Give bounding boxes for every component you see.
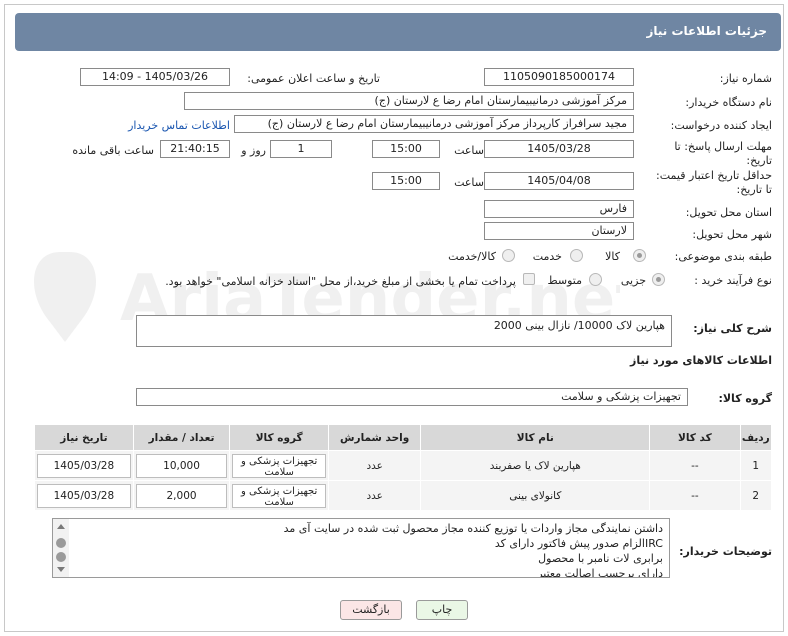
back-button[interactable]: بازگشت: [340, 600, 402, 620]
days-field: 1: [270, 140, 332, 158]
summary-field: هپارین لاک 10000/ نازال بینی 2000: [136, 315, 672, 347]
remaining-label: ساعت باقی مانده: [72, 144, 154, 157]
table-row: 2 -- کانولای بینی عدد تجهیزات پزشکی و سل…: [34, 480, 773, 511]
process-radio-medium[interactable]: [589, 273, 602, 286]
process-option-medium: متوسط: [547, 274, 582, 287]
title-bar: جزئیات اطلاعات نیاز: [15, 13, 781, 51]
need-number-label: شماره نیاز:: [719, 72, 772, 85]
creator-label: ایجاد کننده درخواست:: [670, 119, 772, 132]
buyer-org-field: مرکز آموزشی درمانیبیمارستان امام رضا ع ل…: [184, 92, 634, 110]
category-radio-both[interactable]: [502, 249, 515, 262]
goods-group-field: تجهیزات پزشکی و سلامت: [136, 388, 688, 406]
need-number-field: 1105090185000174: [484, 68, 634, 86]
announce-label: تاریخ و ساعت اعلان عمومی:: [247, 72, 380, 85]
cell-quantity-text: 2,000: [135, 483, 228, 508]
scroll-thumb-icon[interactable]: [56, 538, 66, 548]
category-label: طبقه بندی موضوعی:: [674, 250, 772, 263]
validity-label: حداقل تاریخ اعتبار قیمت:: [656, 169, 772, 182]
buyer-notes-label: توضیحات خریدار:: [679, 545, 772, 558]
deadline-label-2: تاریخ:: [746, 154, 772, 167]
notes-line: داشتن نمایندگی مجاز واردات یا توزیع کنند…: [283, 522, 663, 535]
cell-need-date: 1405/03/28: [34, 480, 134, 511]
province-field: فارس: [484, 200, 634, 218]
notes-line: دارای برچسب اصالت معتبر: [537, 567, 663, 578]
cell-item-name: کانولای بینی: [420, 480, 651, 511]
category-radio-service[interactable]: [570, 249, 583, 262]
goods-table: ردیف کد کالا نام کالا واحد شمارش گروه کا…: [34, 424, 773, 511]
validity-date-field: 1405/04/08: [484, 172, 634, 190]
col-header-need-date: تاریخ نیاز: [34, 424, 134, 451]
goods-info-title: اطلاعات کالاهای مورد نیاز: [630, 354, 772, 367]
summary-label: شرح کلی نیاز:: [693, 322, 772, 335]
creator-field: مجید سرافراز کارپرداز مرکز آموزشی درمانی…: [234, 115, 634, 133]
cell-item-name: هپارین لاک یا صفربند: [420, 450, 651, 481]
cell-need-date-text: 1405/03/28: [37, 483, 131, 508]
col-header-item-name: نام کالا: [420, 424, 651, 451]
cell-quantity: 10,000: [132, 450, 231, 481]
cell-group: تجهیزات پزشکی و سلامت: [229, 480, 329, 511]
cell-row-number: 1: [739, 450, 773, 481]
category-option-goods: کالا: [605, 250, 620, 263]
col-header-item-code: کد کالا: [649, 424, 741, 451]
process-label: نوع فرآیند خرید :: [694, 274, 772, 287]
validity-label-2: تا تاریخ:: [736, 183, 772, 196]
col-header-quantity: تعداد / مقدار: [132, 424, 231, 451]
cell-quantity-text: 10,000: [135, 453, 228, 478]
cell-unit: عدد: [327, 450, 422, 481]
page-title: جزئیات اطلاعات نیاز: [646, 24, 767, 38]
notes-line: IRCالزام صدور پیش فاکتور دارای کد: [494, 537, 663, 550]
goods-group-label: گروه کالا:: [718, 392, 772, 405]
category-option-service: خدمت: [532, 250, 562, 263]
validity-time-label: ساعت: [454, 176, 484, 189]
scroll-thumb-icon[interactable]: [56, 552, 66, 562]
cell-group-text: تجهیزات پزشکی و سلامت: [232, 483, 326, 508]
cell-item-code: --: [649, 450, 741, 481]
deadline-time-field: 15:00: [372, 140, 440, 158]
announce-field: 1405/03/26 - 14:09: [80, 68, 230, 86]
buyer-contact-link[interactable]: اطلاعات تماس خریدار: [128, 119, 230, 132]
col-header-group: گروه کالا: [229, 424, 329, 451]
province-label: استان محل تحویل:: [685, 206, 772, 219]
print-button[interactable]: چاپ: [416, 600, 468, 620]
category-radio-goods[interactable]: [633, 249, 646, 262]
validity-time-field: 15:00: [372, 172, 440, 190]
scroll-down-arrow-icon[interactable]: [57, 567, 65, 572]
cell-item-code: --: [649, 480, 741, 511]
buyer-org-label: نام دستگاه خریدار:: [685, 96, 772, 109]
scroll-up-arrow-icon[interactable]: [57, 524, 65, 529]
city-field: لارستان: [484, 222, 634, 240]
cell-unit: عدد: [327, 480, 422, 511]
process-radio-minor[interactable]: [652, 273, 665, 286]
deadline-date-field: 1405/03/28: [484, 140, 634, 158]
deadline-time-label: ساعت: [454, 144, 484, 157]
buyer-notes-textarea[interactable]: داشتن نمایندگی مجاز واردات یا توزیع کنند…: [52, 518, 670, 578]
col-header-row-number: ردیف: [739, 424, 773, 451]
treasury-payment-checkbox[interactable]: [523, 273, 535, 285]
notes-line: برابری لات نامبر با محصول: [538, 552, 663, 565]
cell-group-text: تجهیزات پزشکی و سلامت: [232, 453, 326, 478]
table-header-row: ردیف کد کالا نام کالا واحد شمارش گروه کا…: [34, 424, 773, 451]
remaining-time-field: 21:40:15: [160, 140, 230, 158]
cell-quantity: 2,000: [132, 480, 231, 511]
city-label: شهر محل تحویل:: [692, 228, 772, 241]
cell-group: تجهیزات پزشکی و سلامت: [229, 450, 329, 481]
treasury-payment-note: پرداخت تمام یا بخشی از مبلغ خرید،از محل …: [165, 275, 516, 288]
category-option-both: کالا/خدمت: [448, 250, 496, 263]
table-row: 1 -- هپارین لاک یا صفربند عدد تجهیزات پز…: [34, 450, 773, 481]
deadline-label: مهلت ارسال پاسخ: تا: [674, 140, 772, 153]
notes-scrollbar[interactable]: [53, 519, 69, 577]
cell-row-number: 2: [739, 480, 773, 511]
process-option-minor: جزیی: [620, 274, 646, 287]
days-label: روز و: [241, 144, 266, 157]
col-header-unit: واحد شمارش: [327, 424, 422, 451]
cell-need-date: 1405/03/28: [34, 450, 134, 481]
cell-need-date-text: 1405/03/28: [37, 453, 131, 478]
